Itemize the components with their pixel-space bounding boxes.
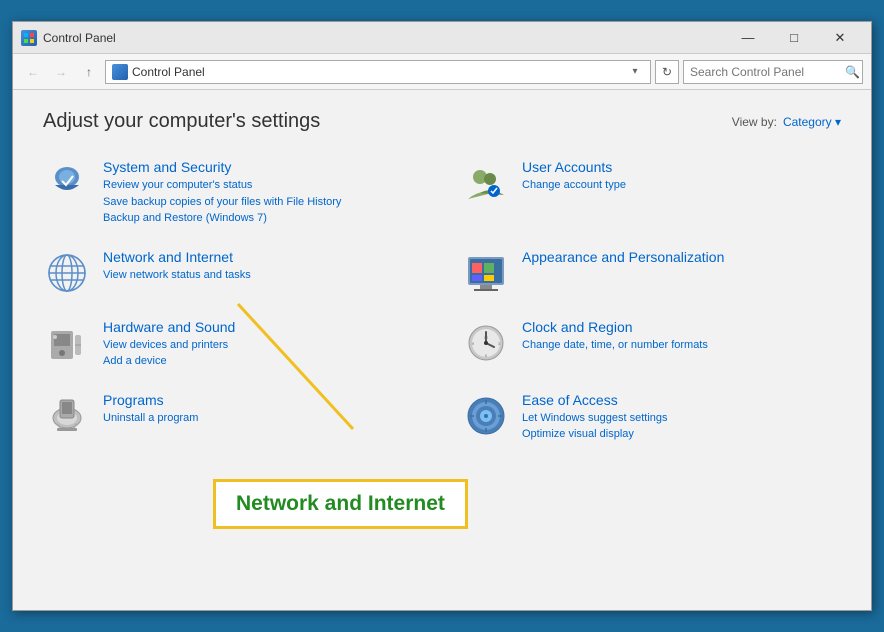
item-clock-region[interactable]: 12 3 6 9 Clock and Region Change date, t… xyxy=(462,313,841,376)
user-accounts-icon xyxy=(462,159,510,207)
view-by-value[interactable]: Category ▾ xyxy=(783,115,841,129)
search-button[interactable]: 🔍 xyxy=(845,63,860,81)
view-by-label: View by: xyxy=(732,115,777,129)
appearance-text: Appearance and Personalization xyxy=(522,249,841,267)
user-accounts-sub[interactable]: Change account type xyxy=(522,177,841,194)
ease-of-access-text: Ease of Access Let Windows suggest setti… xyxy=(522,392,841,443)
up-button[interactable]: ↑ xyxy=(77,60,101,84)
back-button[interactable]: ← xyxy=(21,60,45,84)
ease-of-access-sub[interactable]: Let Windows suggest settings Optimize vi… xyxy=(522,410,841,443)
appearance-title[interactable]: Appearance and Personalization xyxy=(522,249,841,265)
programs-title[interactable]: Programs xyxy=(103,392,422,408)
maximize-button[interactable]: □ xyxy=(771,22,817,54)
appearance-icon xyxy=(462,249,510,297)
system-security-text: System and Security Review your computer… xyxy=(103,159,422,227)
close-button[interactable]: ✕ xyxy=(817,22,863,54)
hardware-sound-icon xyxy=(43,319,91,367)
clock-region-title[interactable]: Clock and Region xyxy=(522,319,841,335)
items-grid: System and Security Review your computer… xyxy=(43,153,841,449)
network-internet-title[interactable]: Network and Internet xyxy=(103,249,422,265)
content-area: Adjust your computer's settings View by:… xyxy=(13,90,871,610)
hardware-sound-title[interactable]: Hardware and Sound xyxy=(103,319,422,335)
item-ease-of-access[interactable]: Ease of Access Let Windows suggest setti… xyxy=(462,386,841,449)
network-internet-text: Network and Internet View network status… xyxy=(103,249,422,284)
user-accounts-text: User Accounts Change account type xyxy=(522,159,841,194)
refresh-button[interactable]: ↻ xyxy=(655,60,679,84)
window-controls: — □ ✕ xyxy=(725,22,863,54)
breadcrumb-icon xyxy=(112,64,128,80)
programs-sub[interactable]: Uninstall a program xyxy=(103,410,422,427)
address-dropdown-button[interactable]: ▾ xyxy=(626,60,644,84)
window-title: Control Panel xyxy=(43,31,116,45)
search-box[interactable]: 🔍 xyxy=(683,60,863,84)
hardware-sound-text: Hardware and Sound View devices and prin… xyxy=(103,319,422,370)
page-title: Adjust your computer's settings xyxy=(43,110,320,133)
system-security-icon xyxy=(43,159,91,207)
forward-button[interactable]: → xyxy=(49,60,73,84)
address-input[interactable]: Control Panel ▾ xyxy=(105,60,651,84)
window-icon xyxy=(21,30,37,46)
programs-icon xyxy=(43,392,91,440)
network-internet-sub[interactable]: View network status and tasks xyxy=(103,267,422,284)
clock-region-icon: 12 3 6 9 xyxy=(462,319,510,367)
content-header: Adjust your computer's settings View by:… xyxy=(43,110,841,133)
clock-region-text: Clock and Region Change date, time, or n… xyxy=(522,319,841,354)
system-security-title[interactable]: System and Security xyxy=(103,159,422,175)
network-internet-icon xyxy=(43,249,91,297)
system-security-sub[interactable]: Review your computer's status Save backu… xyxy=(103,177,422,227)
view-by-control: View by: Category ▾ xyxy=(732,115,841,129)
ease-of-access-icon xyxy=(462,392,510,440)
minimize-button[interactable]: — xyxy=(725,22,771,54)
address-bar: ← → ↑ Control Panel ▾ ↻ 🔍 xyxy=(13,54,871,90)
item-system-security[interactable]: System and Security Review your computer… xyxy=(43,153,422,233)
annotation-label: Network and Internet xyxy=(213,479,468,529)
item-user-accounts[interactable]: User Accounts Change account type xyxy=(462,153,841,233)
hardware-sound-sub[interactable]: View devices and printers Add a device xyxy=(103,337,422,370)
item-appearance[interactable]: Appearance and Personalization xyxy=(462,243,841,303)
ease-of-access-title[interactable]: Ease of Access xyxy=(522,392,841,408)
clock-region-sub[interactable]: Change date, time, or number formats xyxy=(522,337,841,354)
title-bar: Control Panel — □ ✕ xyxy=(13,22,871,54)
item-network-internet[interactable]: Network and Internet View network status… xyxy=(43,243,422,303)
programs-text: Programs Uninstall a program xyxy=(103,392,422,427)
user-accounts-title[interactable]: User Accounts xyxy=(522,159,841,175)
item-programs[interactable]: Programs Uninstall a program xyxy=(43,386,422,449)
item-hardware-sound[interactable]: Hardware and Sound View devices and prin… xyxy=(43,313,422,376)
search-input[interactable] xyxy=(690,65,845,79)
breadcrumb-text: Control Panel xyxy=(132,65,626,79)
svg-text:12: 12 xyxy=(484,335,489,340)
